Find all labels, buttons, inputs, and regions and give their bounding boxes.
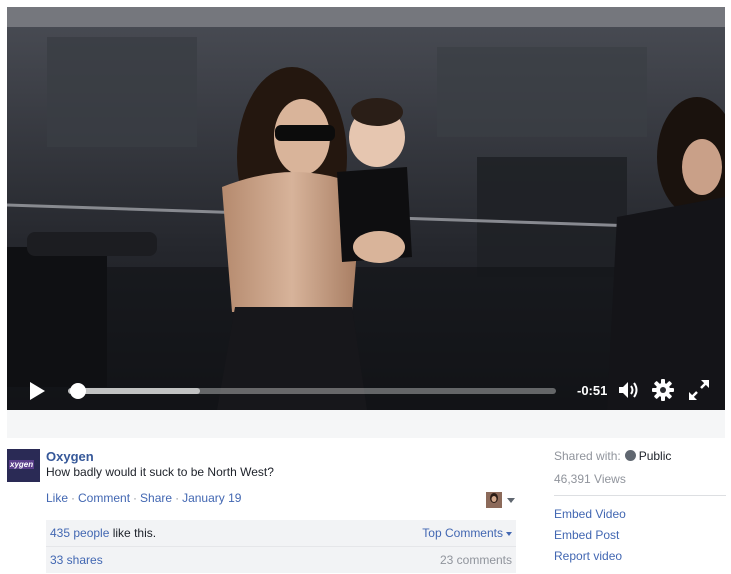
like-link[interactable]: Like [46, 491, 68, 505]
shares-row: 33 shares 23 comments [46, 546, 516, 573]
globe-icon [624, 450, 636, 461]
report-video-link[interactable]: Report video [554, 549, 626, 563]
sidebar-divider [554, 495, 726, 496]
feedback-panel: 435 people like this. Top Comments 33 sh… [46, 520, 516, 573]
view-count: 46,391 Views [554, 472, 626, 486]
fullscreen-icon [689, 380, 709, 400]
video-player[interactable]: -0:51 [7, 7, 725, 410]
play-button[interactable] [27, 381, 47, 401]
separator: · [133, 491, 138, 505]
shared-with: Shared with: Public [554, 449, 726, 463]
privacy-label: Public [638, 449, 672, 463]
viewer-selector[interactable] [486, 492, 515, 508]
share-link[interactable]: Share [140, 491, 172, 505]
viewer-avatar [486, 492, 502, 508]
video-sidebar: Shared with: Public 46,391 Views Embed Vi… [554, 449, 726, 563]
top-comments-dropdown[interactable]: Top Comments [422, 520, 512, 546]
post-caption: How badly would it suck to be North West… [46, 465, 274, 479]
chevron-down-icon [507, 497, 515, 503]
sidebar-links: Embed Video Embed Post Report video [554, 507, 626, 570]
likes-suffix: like this. [109, 526, 157, 540]
fullscreen-button[interactable] [688, 379, 710, 401]
comment-link[interactable]: Comment [78, 491, 130, 505]
gear-icon [652, 379, 674, 401]
top-comments-label: Top Comments [422, 526, 503, 540]
shares-link[interactable]: 33 shares [50, 553, 103, 567]
embed-video-link[interactable]: Embed Video [554, 507, 626, 521]
video-controls: -0:51 [7, 362, 725, 410]
scrubber-handle[interactable] [69, 383, 86, 399]
likes-row: 435 people like this. Top Comments [46, 520, 516, 546]
post-date-link[interactable]: January 19 [182, 491, 241, 505]
page-avatar[interactable]: xygen [7, 449, 40, 482]
post-actions: Like · Comment · Share · January 19 [46, 491, 241, 505]
video-frame [7, 7, 725, 410]
progress-bar[interactable] [68, 383, 556, 399]
volume-icon [619, 382, 638, 398]
page-name-link[interactable]: Oxygen [46, 449, 94, 464]
volume-button[interactable] [618, 380, 642, 400]
comments-count[interactable]: 23 comments [440, 547, 512, 573]
chevron-down-icon [506, 531, 512, 536]
likes-count-link[interactable]: 435 people [50, 526, 109, 540]
separator: · [175, 491, 180, 505]
divider-band [7, 410, 725, 438]
time-remaining: -0:51 [577, 383, 608, 398]
shared-with-label: Shared with: [554, 449, 621, 463]
buffered-bar [68, 388, 200, 394]
play-icon [30, 382, 45, 400]
avatar-logo-text: xygen [9, 460, 35, 469]
embed-post-link[interactable]: Embed Post [554, 528, 626, 542]
separator: · [71, 491, 76, 505]
settings-button[interactable] [652, 379, 674, 401]
